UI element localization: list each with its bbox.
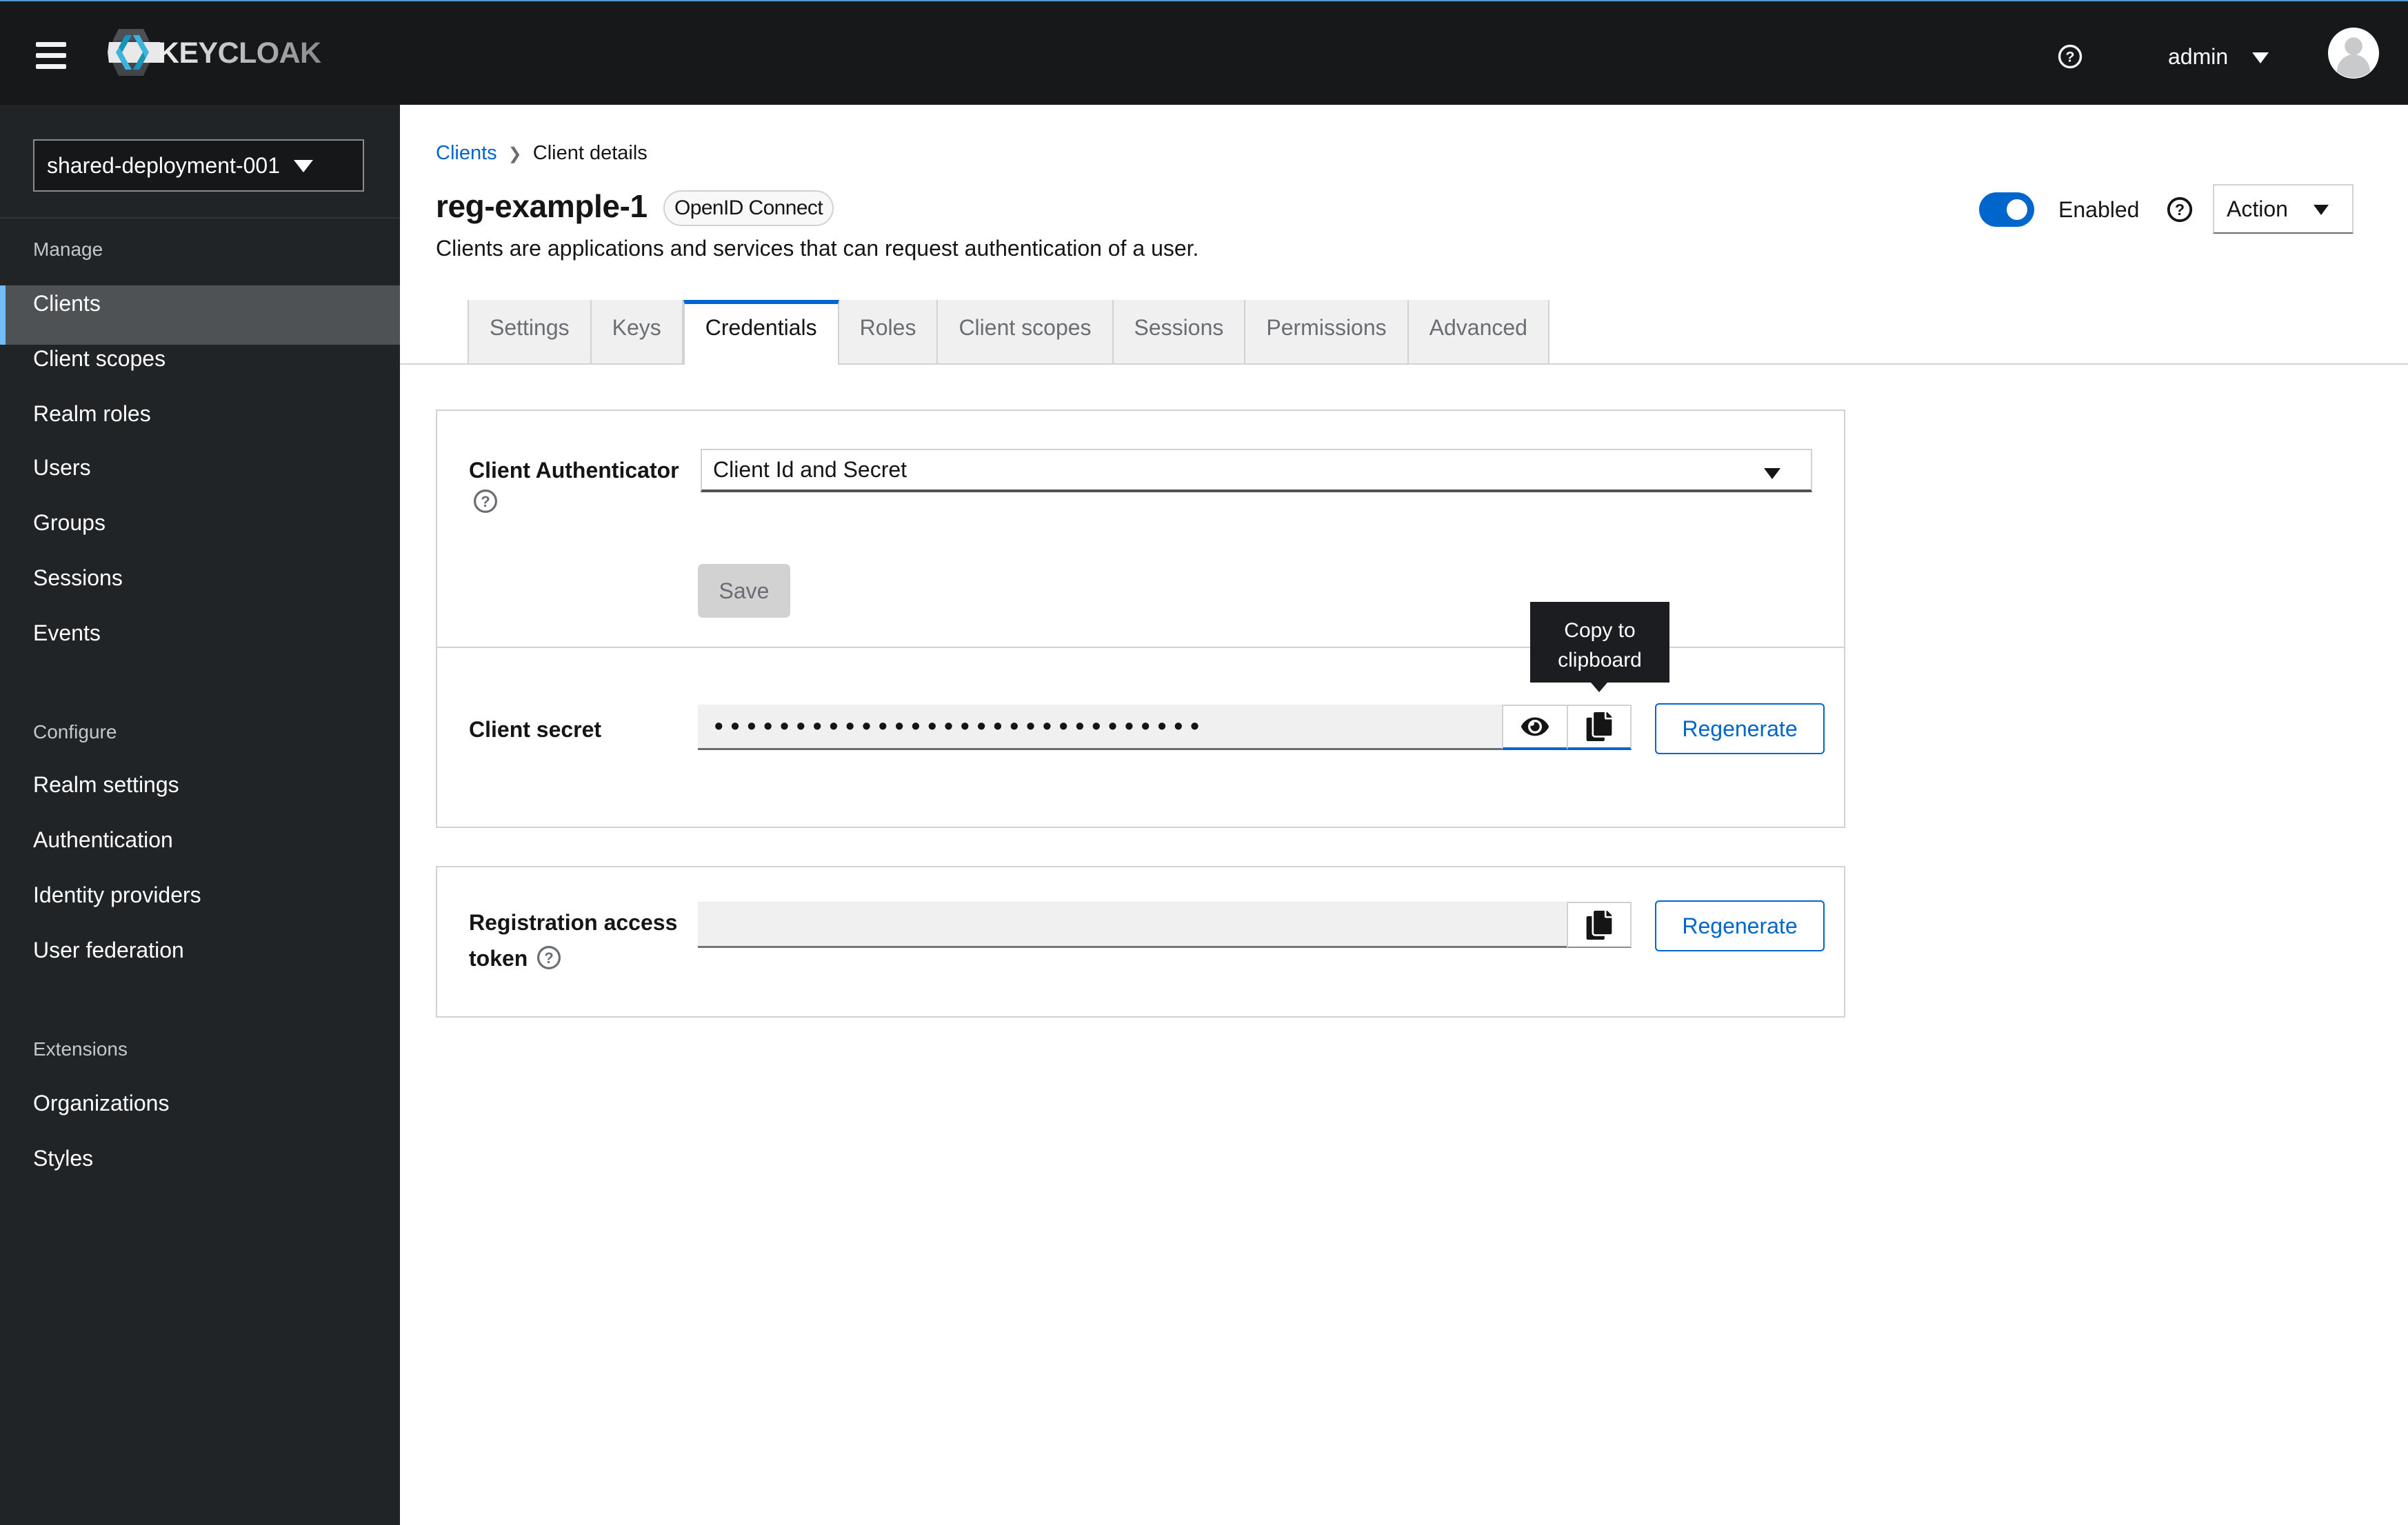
svg-text:?: ? (2065, 48, 2074, 65)
svg-text:?: ? (545, 949, 554, 967)
svg-text:?: ? (481, 493, 490, 510)
svg-text:KEYCLOAK: KEYCLOAK (158, 37, 321, 70)
svg-text:?: ? (2175, 201, 2185, 219)
